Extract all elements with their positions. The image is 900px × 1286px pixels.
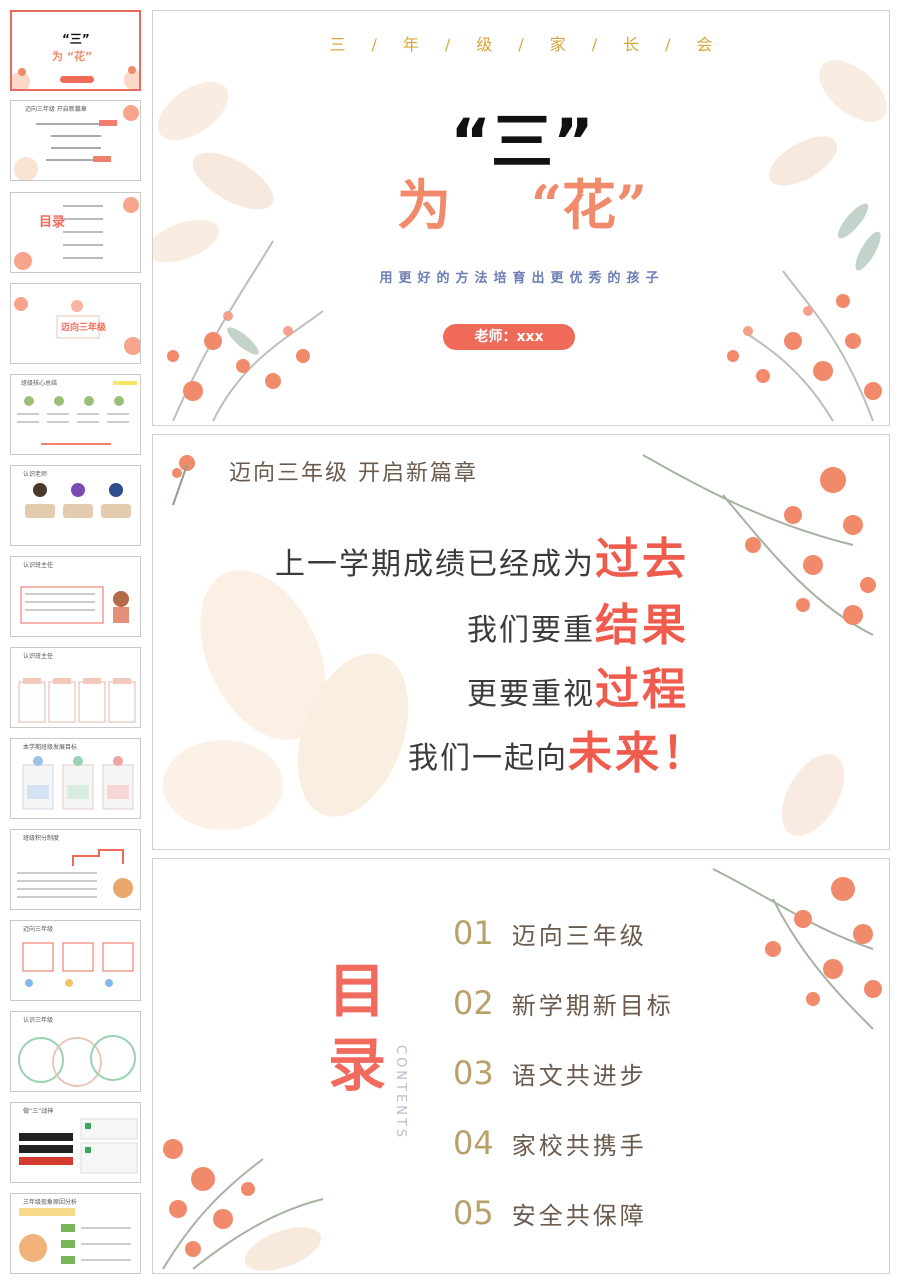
motto-line-3: 更要重视过程	[467, 653, 689, 717]
toc-item[interactable]: 05 安全共保障	[453, 1194, 647, 1232]
toc-number: 01	[453, 914, 494, 952]
cover-flower-left: 为	[396, 173, 451, 237]
cover-flower-right: “花”	[530, 173, 648, 237]
slide-heading: 迈向三年级 开启新篇章	[229, 461, 478, 486]
slide-thumbnail-panel: “三” 为 “花” 迈向三年级 开启新篇章 目录 迈向三年级 班级核心总结 认识…	[0, 0, 146, 1286]
contents-heading-mu: 目	[328, 957, 387, 1025]
thumb-title: 认识班主任	[23, 653, 54, 660]
slide-thumbnail-4[interactable]: 迈向三年级	[10, 283, 141, 364]
thumb-title: 认识老师	[23, 471, 48, 478]
cover-subtitle: 用更好的方法培育出更优秀的孩子	[379, 271, 665, 286]
letter: 三	[329, 35, 348, 54]
thumb-title: “三”	[62, 32, 90, 46]
motto-text: 我们要重	[467, 613, 595, 648]
slide-thumbnail-10[interactable]: 班级积分制度	[10, 829, 141, 910]
slide-thumbnail-9[interactable]: 本学期班级发展目标	[10, 738, 141, 819]
motto-emphasis: 未来！	[568, 728, 709, 779]
letter: 长	[623, 35, 642, 54]
contents-heading-lu: 录	[328, 1031, 387, 1099]
thumb-title: 三年级现象原因分析	[23, 1199, 78, 1206]
teacher-badge: 老师：xxx	[443, 324, 575, 350]
slide-3-contents[interactable]: 目录 CONTENTS 01 迈向三年级 02 新学期新目标 03 语文共进步 04 家…	[152, 858, 890, 1274]
contents-heading: 目录	[328, 954, 386, 1102]
toc-label: 安全共保障	[511, 1202, 647, 1230]
toc-label: 迈向三年级	[511, 922, 647, 950]
thumb-subtitle: 为 “花”	[52, 50, 93, 63]
toc-number: 05	[453, 1194, 494, 1232]
toc-number: 03	[453, 1054, 494, 1092]
slide-thumbnail-12[interactable]: 认识三年级	[10, 1011, 141, 1092]
thumb-title: 班级积分制度	[23, 835, 60, 842]
toc-item[interactable]: 01 迈向三年级	[453, 914, 647, 952]
letter: 年	[402, 35, 421, 54]
thumb-title: 班级核心总结	[21, 380, 58, 387]
thumb-title: 迈向三年级	[23, 926, 54, 933]
motto-line-2: 我们要重结果	[467, 589, 689, 653]
toc-number: 02	[453, 984, 494, 1022]
motto-text: 上一学期成绩已经成为	[275, 547, 595, 582]
meeting-title-letters: 三 / 年 / 级 / 家 / 长 / 会	[153, 31, 889, 55]
slide-thumbnail-11[interactable]: 迈向三年级	[10, 920, 141, 1001]
letter: /	[444, 35, 453, 54]
letter: /	[518, 35, 526, 54]
toc-label: 语文共进步	[511, 1062, 647, 1090]
motto-emphasis: 过程	[595, 664, 689, 715]
motto-text: 我们一起向	[408, 741, 568, 776]
slide-thumbnail-2[interactable]: 迈向三年级 开启新篇章	[10, 100, 141, 181]
slide-thumbnail-8[interactable]: 认识班主任	[10, 647, 141, 728]
letter: 会	[696, 35, 715, 54]
letter: 家	[549, 35, 568, 54]
motto-emphasis: 过去	[595, 534, 689, 585]
thumb-title: 做“三”战神	[23, 1108, 54, 1115]
motto-emphasis: 结果	[595, 600, 689, 651]
letter: /	[665, 35, 673, 54]
toc-label: 新学期新目标	[511, 992, 674, 1020]
toc-number: 04	[453, 1124, 494, 1162]
thumb-title: 迈向三年级	[61, 323, 107, 333]
slide-2-intro[interactable]: 迈向三年级 开启新篇章 上一学期成绩已经成为过去 我们要重结果 更要重视过程 我…	[152, 434, 890, 850]
slide-thumbnail-5[interactable]: 班级核心总结	[10, 374, 141, 455]
toc-item[interactable]: 04 家校共携手	[453, 1124, 647, 1162]
motto-text: 更要重视	[467, 677, 595, 712]
slide-thumbnail-13[interactable]: 做“三”战神	[10, 1102, 141, 1183]
letter: 级	[476, 35, 495, 54]
motto-line-4: 我们一起向未来！	[408, 717, 709, 781]
slide-thumbnail-6[interactable]: 认识老师	[10, 465, 141, 546]
slide-thumbnail-3[interactable]: 目录	[10, 192, 141, 273]
letter: /	[371, 35, 379, 54]
thumb-title: 认识班主任	[23, 562, 54, 569]
letter: /	[591, 35, 600, 54]
thumb-title: 本学期班级发展目标	[23, 744, 78, 751]
slide-1-cover[interactable]: 三 / 年 / 级 / 家 / 长 / 会 “三” 为 “花” 用更好的方法培育出更优秀的孩子 老师：…	[152, 10, 890, 426]
thumb-title: 认识三年级	[23, 1017, 54, 1024]
thumb-title: 目录	[39, 215, 66, 230]
toc-item[interactable]: 02 新学期新目标	[453, 984, 674, 1022]
cover-flower-title: 为 “花”	[153, 161, 889, 240]
thumb-title: 迈向三年级 开启新篇章	[25, 106, 87, 113]
slide-thumbnail-14[interactable]: 三年级现象原因分析	[10, 1193, 141, 1274]
toc-item[interactable]: 03 语文共进步	[453, 1054, 647, 1092]
slide-thumbnail-7[interactable]: 认识班主任	[10, 556, 141, 637]
slide-thumbnail-1[interactable]: “三” 为 “花”	[10, 10, 141, 91]
toc-label: 家校共携手	[511, 1132, 647, 1160]
motto-line-1: 上一学期成绩已经成为过去	[275, 523, 689, 587]
contents-vertical-label: CONTENTS	[393, 1045, 408, 1141]
